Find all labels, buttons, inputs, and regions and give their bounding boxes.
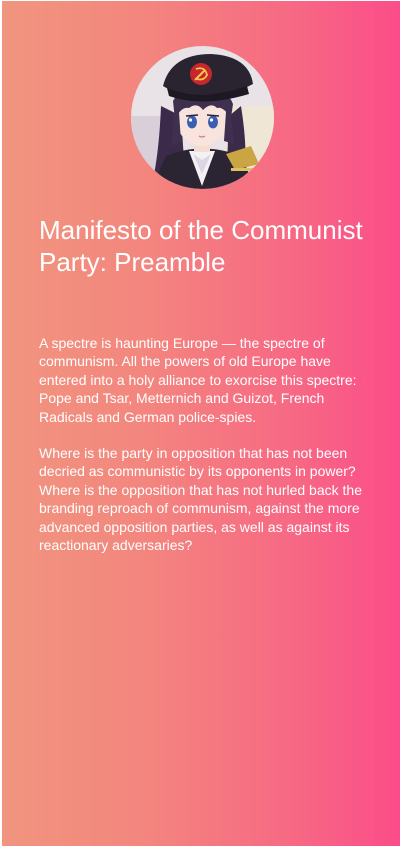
paragraph-2: Where is the party in opposition that ha… [39, 445, 362, 554]
page-title: Manifesto of the Communist Party: Preamb… [39, 215, 363, 277]
profile-card: Manifesto of the Communist Party: Preamb… [0, 0, 402, 848]
avatar [131, 46, 274, 189]
article-body: A spectre is haunting Europe — the spect… [39, 334, 369, 572]
paragraph-1: A spectre is haunting Europe — the spect… [39, 335, 357, 425]
avatar-image [131, 46, 274, 189]
